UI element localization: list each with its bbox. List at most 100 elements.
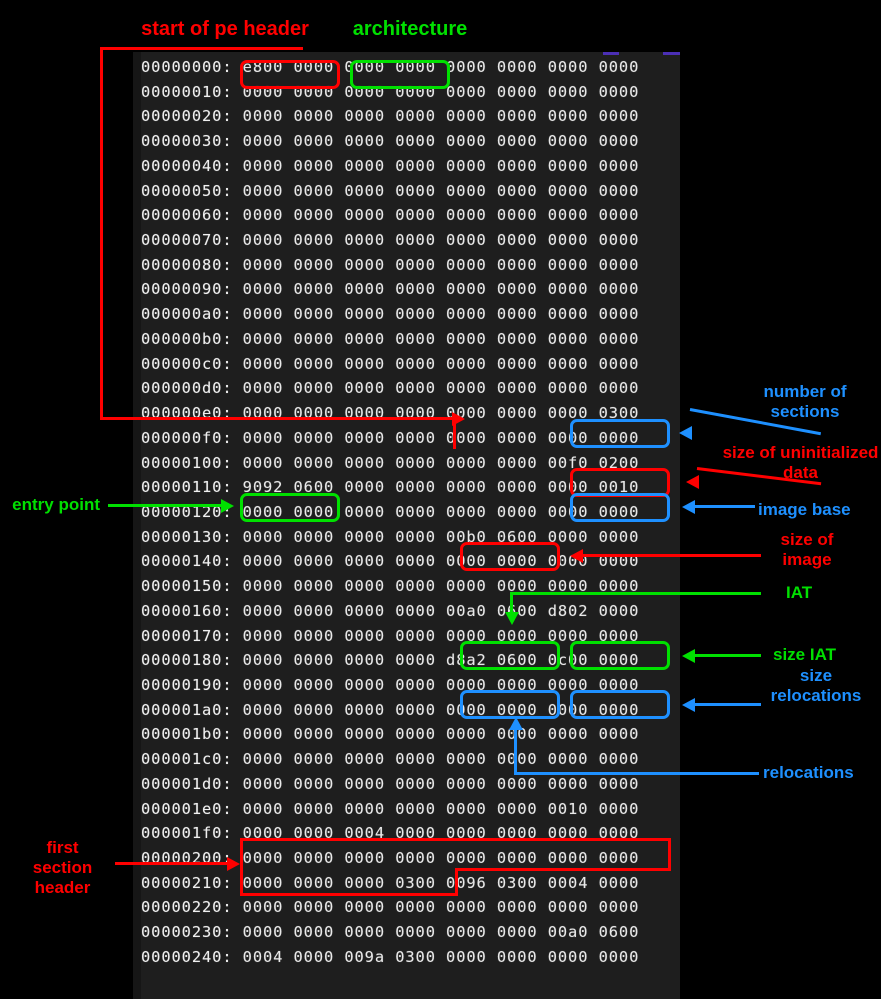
hex-group: 0000	[334, 428, 386, 447]
hex-group: 0000	[334, 898, 386, 917]
hex-row[interactable]: 00000160: 0000 0000 0000 0000 00a0 0600 …	[141, 599, 680, 624]
arrowhead-relocations	[508, 717, 523, 730]
hex-row-address: 00000110:	[141, 478, 243, 497]
hex-row[interactable]: 000000c0: 0000 0000 0000 0000 0000 0000 …	[141, 352, 680, 377]
hex-row[interactable]: 00000060: 0000 0000 0000 0000 0000 0000 …	[141, 203, 680, 228]
hex-group: 0000	[283, 255, 335, 274]
hex-group: 0000	[385, 478, 436, 497]
hex-row[interactable]: 00000240: 0004 0000 009a 0300 0000 0000 …	[141, 945, 680, 970]
hex-group: 0000	[588, 82, 640, 101]
hex-row[interactable]: 00000130: 0000 0000 0000 0000 00b0 0600 …	[141, 525, 680, 550]
hex-row[interactable]: 000000b0: 0000 0000 0000 0000 0000 0000 …	[141, 327, 680, 352]
hex-group: 0000	[283, 750, 335, 769]
hex-group: 0000	[334, 354, 386, 373]
hex-group: 0000	[334, 799, 386, 818]
hex-group: 0000	[283, 552, 335, 571]
hex-row-address: 00000180:	[141, 651, 243, 670]
hex-group: 0000	[537, 58, 589, 76]
hex-group: 0000	[486, 453, 538, 472]
hex-group: 0000	[537, 774, 589, 793]
hex-group: 0000	[385, 849, 436, 867]
hex-group: 0000	[242, 107, 284, 126]
hex-group: 0000	[537, 354, 589, 373]
hex-group: 0000	[334, 255, 386, 274]
hex-group: 0000	[435, 107, 487, 126]
hex-row[interactable]: 000000a0: 0000 0000 0000 0000 0000 0000 …	[141, 302, 680, 327]
hex-row[interactable]: 000001f0: 0000 0000 0004 0000 0000 0000 …	[141, 821, 680, 846]
hex-group: 0000	[334, 280, 386, 299]
leader-relocations-horizontal	[514, 772, 759, 775]
hex-group: 0000	[486, 58, 538, 76]
hex-row[interactable]: 000001c0: 0000 0000 0000 0000 0000 0000 …	[141, 747, 680, 772]
hex-group: 0000	[242, 453, 284, 472]
hex-row[interactable]: 000000d0: 0000 0000 0000 0000 0000 0000 …	[141, 376, 680, 401]
hex-group: d802	[537, 601, 589, 620]
hex-row-address: 000001a0:	[141, 700, 243, 719]
hex-group: 0000	[486, 255, 538, 274]
label-entry-point: entry point	[12, 495, 100, 514]
hex-row[interactable]: 00000020: 0000 0000 0000 0000 0000 0000 …	[141, 104, 680, 129]
hex-group: 0000	[283, 898, 335, 917]
hex-row[interactable]: 00000200: 0000 0000 0000 0000 0000 0000 …	[141, 846, 680, 871]
hex-row[interactable]: 00000040: 0000 0000 0000 0000 0000 0000 …	[141, 154, 680, 179]
pe-header-bracket-top	[100, 47, 303, 50]
hex-group: 0000	[588, 305, 640, 324]
hex-row[interactable]: 00000150: 0000 0000 0000 0000 0000 0000 …	[141, 574, 680, 599]
hex-row[interactable]: 00000080: 0000 0000 0000 0000 0000 0000 …	[141, 253, 680, 278]
hex-group: 0000	[435, 453, 487, 472]
hex-row[interactable]: 00000050: 0000 0000 0000 0000 0000 0000 …	[141, 179, 680, 204]
hex-row-address: 00000000:	[141, 58, 243, 76]
hex-row[interactable]: 00000070: 0000 0000 0000 0000 0000 0000 …	[141, 228, 680, 253]
hex-group: 0000	[435, 898, 487, 917]
hex-row-address: 000001f0:	[141, 824, 243, 843]
hex-row[interactable]: 00000220: 0000 0000 0000 0000 0000 0000 …	[141, 895, 680, 920]
hex-group: 0000	[537, 132, 589, 151]
hex-group: 0000	[283, 280, 335, 299]
hex-dump-panel[interactable]: 00000000: e800 0000 0000 0000 0000 0000 …	[133, 52, 680, 999]
hex-group: 0000	[588, 601, 640, 620]
hex-row-address: 00000190:	[141, 675, 243, 694]
hex-group: 0000	[283, 601, 335, 620]
hex-group: 0000	[242, 675, 284, 694]
hex-group: 0000	[242, 231, 284, 250]
hex-group: 0000	[334, 305, 386, 324]
label-image-base: image base	[758, 500, 851, 519]
hex-row[interactable]: 00000090: 0000 0000 0000 0000 0000 0000 …	[141, 277, 680, 302]
hex-row[interactable]: 00000210: 0000 0000 0000 0300 0096 0300 …	[141, 871, 680, 896]
hex-row[interactable]: 000001e0: 0000 0000 0000 0000 0000 0000 …	[141, 797, 680, 822]
leader-entry-point	[108, 504, 221, 507]
hex-group: 0000	[537, 255, 589, 274]
hex-row-address: 00000130:	[141, 527, 243, 546]
hex-group: 0000	[486, 82, 538, 101]
hex-group: 0000	[283, 206, 335, 225]
hex-row[interactable]: 00000230: 0000 0000 0000 0000 0000 0000 …	[141, 920, 680, 945]
hex-row-address: 00000040:	[141, 156, 243, 175]
hex-group: 0000	[242, 700, 284, 719]
hex-group: 0000	[385, 577, 436, 596]
arrowhead-size-of-image	[570, 548, 583, 563]
hex-group: 0000	[283, 527, 335, 546]
hex-group: 0000	[242, 280, 284, 299]
label-size-iat: size IAT	[773, 645, 836, 664]
hex-group: 00a0	[435, 601, 487, 620]
hex-row[interactable]: 000001b0: 0000 0000 0000 0000 0000 0000 …	[141, 722, 680, 747]
hex-group: 0000	[242, 156, 284, 175]
hex-group: 0000	[588, 156, 640, 175]
hex-group: 0000	[334, 453, 386, 472]
label-number-of-sections: number of sections	[763, 382, 847, 421]
hex-group: 0000	[385, 329, 436, 348]
hex-group: 0000	[385, 428, 436, 447]
hex-group: 0000	[435, 725, 487, 744]
hex-row[interactable]: 000001d0: 0000 0000 0000 0000 0000 0000 …	[141, 772, 680, 797]
arrowhead-entry-point	[221, 498, 234, 513]
hex-row[interactable]: 00000030: 0000 0000 0000 0000 0000 0000 …	[141, 129, 680, 154]
hex-group: 00a0	[537, 923, 589, 942]
pe-header-bracket-drop	[453, 417, 456, 449]
hex-group: 0000	[588, 329, 640, 348]
box-pe-signature	[240, 60, 340, 89]
hex-group: 0000	[334, 774, 386, 793]
hex-group: 0000	[242, 849, 284, 867]
hex-group: 0000	[588, 849, 640, 867]
hex-group: 0000	[283, 132, 335, 151]
hex-group: 0000	[435, 379, 487, 398]
